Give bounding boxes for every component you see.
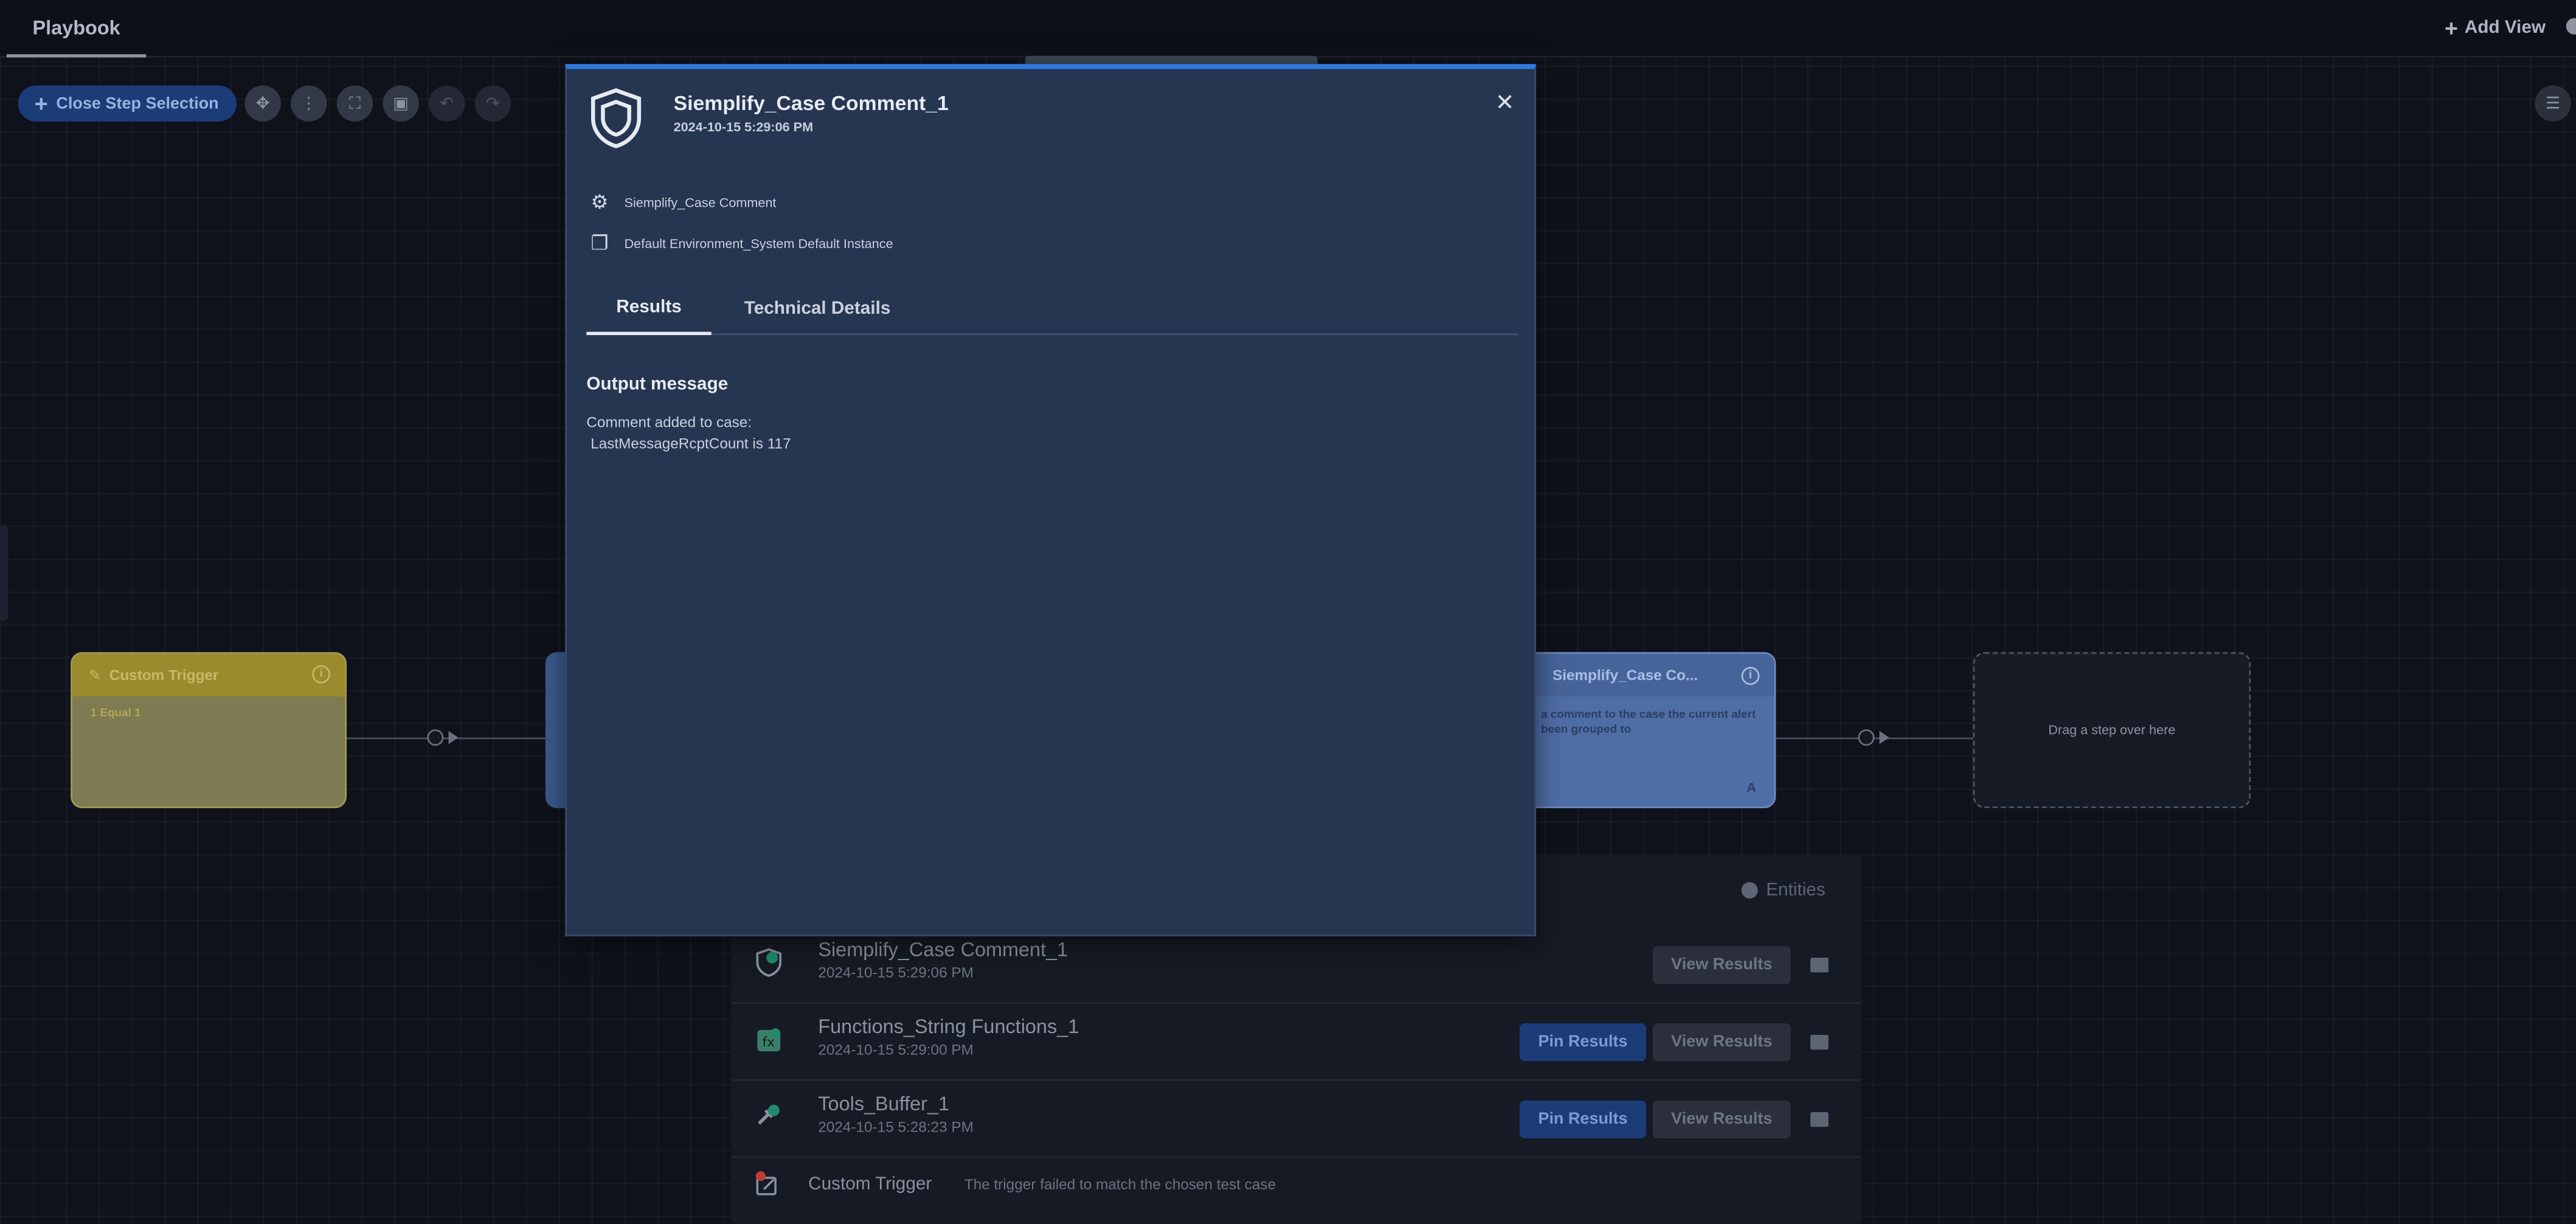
case-node-description: a comment to the case the current alert … xyxy=(1541,710,1756,736)
result-title: Siemplify_Case Comment_1 xyxy=(818,938,1068,961)
modal-tabs: Results Technical Details xyxy=(586,281,1518,336)
entities-tab[interactable]: Entities xyxy=(1741,880,1826,901)
view-results-button[interactable]: View Results xyxy=(1652,946,1791,984)
trigger-row-title: Custom Trigger xyxy=(808,1174,932,1194)
result-row[interactable]: Tools_Buffer_1 2024-10-15 5:28:23 PM Pin… xyxy=(731,1081,1861,1158)
redo-icon[interactable]: ↷ xyxy=(474,85,511,122)
connector-node-dot[interactable] xyxy=(1858,729,1875,746)
result-row[interactable]: fx Functions_String Functions_1 2024-10-… xyxy=(731,1004,1861,1081)
case-comment-node[interactable]: Siemplify_Case Co... i a comment to the … xyxy=(1508,652,1776,809)
instance-copy-icon: ❐ xyxy=(590,231,609,255)
add-view-button[interactable]: + Add View xyxy=(2445,15,2546,41)
top-bar xyxy=(0,0,2576,58)
connector-arrow-icon xyxy=(448,731,459,744)
result-title: Functions_String Functions_1 xyxy=(818,1015,1079,1039)
result-timestamp: 2024-10-15 5:28:23 PM xyxy=(818,1118,974,1135)
trigger-node-title: Custom Trigger xyxy=(109,666,219,683)
add-view-label: Add View xyxy=(2464,18,2546,38)
result-row[interactable]: Siemplify_Case Comment_1 2024-10-15 5:29… xyxy=(731,927,1861,1004)
output-message-text: Comment added to case: LastMessageRcptCo… xyxy=(586,413,791,452)
export-folder-icon[interactable] xyxy=(1810,957,1829,973)
modal-title: Siemplify_Case Comment_1 xyxy=(673,92,949,116)
entities-icon xyxy=(1741,882,1758,899)
edit-icon: ✎ xyxy=(88,666,102,683)
undo-icon[interactable]: ↶ xyxy=(429,85,465,122)
list-panel-icon[interactable]: ☰ xyxy=(2535,85,2571,122)
gear-icon: ⚙ xyxy=(590,190,609,214)
function-check-icon: fx xyxy=(757,1028,781,1051)
modal-timestamp: 2024-10-15 5:29:06 PM xyxy=(673,120,814,135)
modal-drag-handle[interactable] xyxy=(1025,55,1318,64)
trigger-node-header: ✎ Custom Trigger i xyxy=(72,654,345,697)
tab-playbook-label: Playbook xyxy=(32,15,120,39)
close-icon[interactable]: ✕ xyxy=(1494,88,1517,114)
connector-arrow-icon xyxy=(1879,731,1889,744)
custom-trigger-node[interactable]: ✎ Custom Trigger i 1 Equal 1 xyxy=(71,652,347,809)
move-icon[interactable]: ✥ xyxy=(244,85,281,122)
close-step-selection-button[interactable]: + Close Step Selection xyxy=(18,85,237,122)
drop-zone-label: Drag a step over here xyxy=(2048,722,2176,738)
result-title: Tools_Buffer_1 xyxy=(818,1092,950,1116)
tab-playbook[interactable]: Playbook xyxy=(6,0,147,58)
export-folder-icon[interactable] xyxy=(1810,1034,1829,1050)
pin-results-button[interactable]: Pin Results xyxy=(1519,1023,1646,1062)
connector-line xyxy=(1776,737,1975,739)
trigger-result-row[interactable]: Custom Trigger The trigger failed to mat… xyxy=(731,1157,1861,1215)
info-icon[interactable]: i xyxy=(1741,666,1760,685)
case-node-title: Siemplify_Case Co... xyxy=(1552,666,1698,683)
trigger-condition: 1 Equal 1 xyxy=(90,708,141,720)
share-nodes-icon[interactable]: ⋮ xyxy=(291,85,327,122)
view-results-button[interactable]: View Results xyxy=(1652,1101,1791,1139)
drop-zone[interactable]: Drag a step over here xyxy=(1973,652,2251,809)
tools-check-icon xyxy=(758,1104,780,1125)
shield-check-icon xyxy=(756,948,782,977)
result-timestamp: 2024-10-15 5:29:00 PM xyxy=(818,1041,974,1058)
left-drawer-handle[interactable] xyxy=(0,525,9,621)
case-node-badge: A xyxy=(1747,780,1756,795)
tab-results[interactable]: Results xyxy=(586,281,712,336)
step-results-modal: Siemplify_Case Comment_1 2024-10-15 5:29… xyxy=(565,64,1536,936)
integration-name: Siemplify_Case Comment xyxy=(624,195,777,210)
close-step-selection-label: Close Step Selection xyxy=(56,94,219,113)
fit-screen-icon[interactable]: ⛶ xyxy=(336,85,373,122)
plus-icon: + xyxy=(34,90,48,117)
info-icon[interactable]: i xyxy=(312,665,331,683)
connector-line xyxy=(347,737,547,739)
playbook-canvas[interactable]: Playbook + Add View + Close Step Selecti… xyxy=(0,0,2576,1224)
case-node-header: Siemplify_Case Co... i xyxy=(1509,654,1774,697)
shield-icon xyxy=(590,88,642,148)
integration-row: ⚙ Siemplify_Case Comment xyxy=(590,190,777,214)
instance-name: Default Environment_System Default Insta… xyxy=(624,235,893,251)
trigger-row-message: The trigger failed to match the chosen t… xyxy=(964,1176,1276,1193)
trigger-failed-icon xyxy=(755,1171,777,1195)
output-message-title: Output message xyxy=(586,374,729,395)
export-folder-icon[interactable] xyxy=(1810,1112,1829,1127)
pin-results-button[interactable]: Pin Results xyxy=(1519,1101,1646,1139)
tab-technical-details[interactable]: Technical Details xyxy=(744,281,891,335)
image-export-icon[interactable]: ▣ xyxy=(383,85,419,122)
entities-label: Entities xyxy=(1766,880,1826,901)
result-timestamp: 2024-10-15 5:29:06 PM xyxy=(818,964,974,981)
instance-row: ❐ Default Environment_System Default Ins… xyxy=(590,231,893,255)
view-results-button[interactable]: View Results xyxy=(1652,1023,1791,1062)
connector-node-dot[interactable] xyxy=(427,729,444,746)
plus-icon: + xyxy=(2444,15,2458,41)
